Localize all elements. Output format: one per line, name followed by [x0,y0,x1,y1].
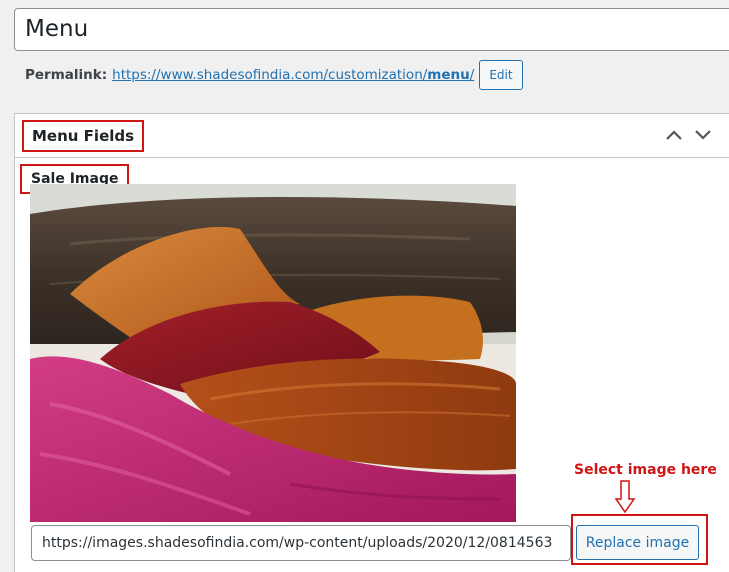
permalink-trailing: / [469,67,475,83]
permalink-row: Permalink: https://www.shadesofindia.com… [25,60,523,90]
edit-permalink-button[interactable]: Edit [479,60,523,90]
metabox-header: Menu Fields [15,114,729,158]
pillows-bed-image [30,184,516,522]
move-up-button[interactable] [661,122,687,148]
title-input[interactable]: Menu [14,8,729,51]
arrow-down-icon [614,480,636,514]
permalink-base: https://www.shadesofindia.com/customizat… [112,67,428,83]
permalink-label: Permalink: [25,67,108,83]
chevron-up-icon [666,130,682,140]
permalink-link[interactable]: https://www.shadesofindia.com/customizat… [112,67,474,83]
metabox-title: Menu Fields [22,120,145,152]
image-url-value: https://images.shadesofindia.com/wp-cont… [42,535,553,551]
annotation-text: Select image here [574,462,717,478]
permalink-slug: menu [427,67,470,83]
image-url-field[interactable]: https://images.shadesofindia.com/wp-cont… [31,525,571,561]
replace-image-button[interactable]: Replace image [576,525,699,560]
sale-image-preview [30,184,516,522]
move-down-button[interactable] [690,122,716,148]
menu-fields-metabox: Menu Fields Sale Image https://images.sh… [14,113,729,572]
chevron-down-icon [695,130,711,140]
title-text: Menu [25,16,89,42]
